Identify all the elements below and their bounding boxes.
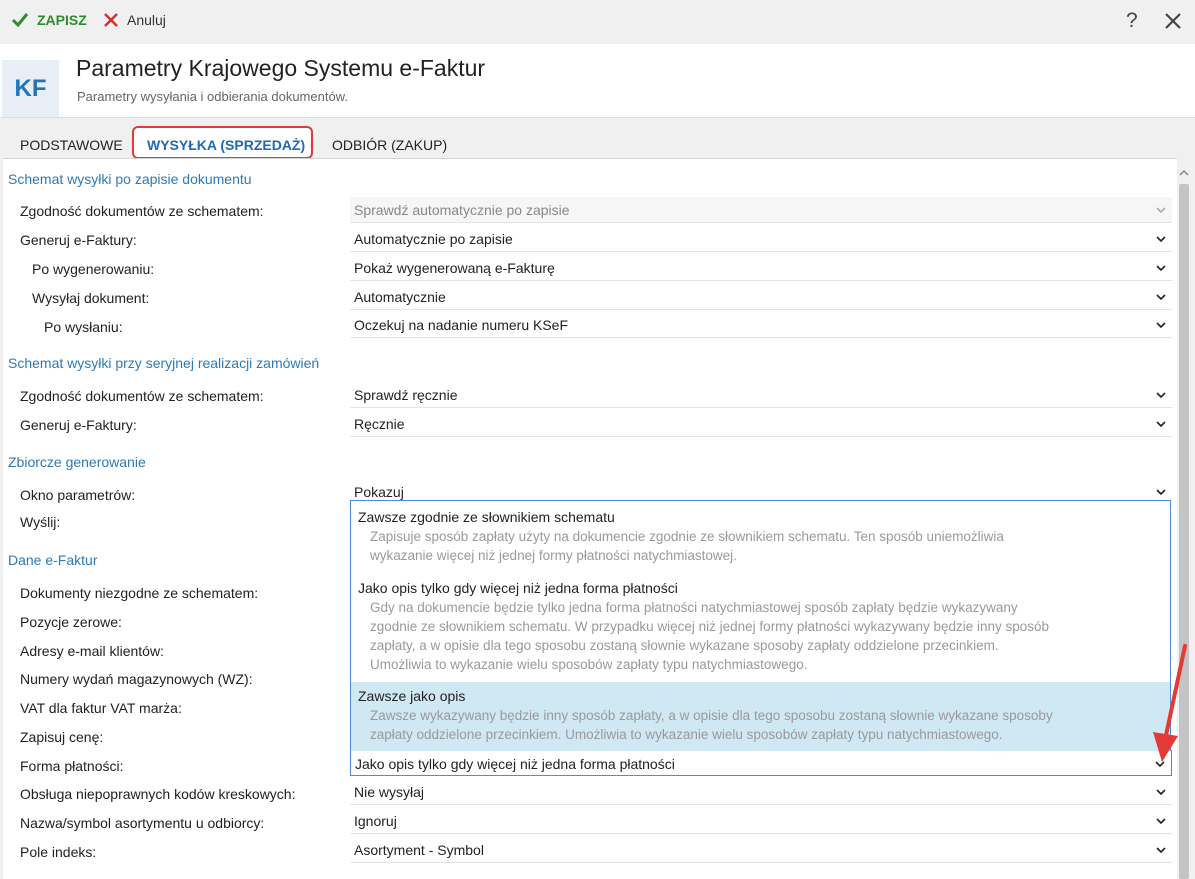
send-document-select[interactable]: Automatycznie (350, 284, 1172, 310)
field-label: VAT dla faktur VAT marża: (20, 700, 182, 716)
page-subtitle: Parametry wysyłania i odbierania dokumen… (77, 89, 348, 104)
field-label: Pozycje zerowe: (20, 614, 122, 630)
after-sending-select[interactable]: Oczekuj na nadanie numeru KSeF (350, 312, 1172, 338)
chevron-down-icon (1156, 294, 1166, 301)
option-title: Zawsze jako opis (358, 688, 466, 704)
field-label: Numery wydań magazynowych (WZ): (20, 671, 253, 687)
tab-basic[interactable]: PODSTAWOWE (20, 137, 123, 153)
field-label: Obsługa niepoprawnych kodów kreskowych: (20, 786, 296, 802)
field-label: Zapisuj cenę: (20, 729, 104, 745)
field-label: Nazwa/symbol asortymentu u odbiorcy: (20, 815, 265, 831)
save-label: ZAPISZ (37, 12, 87, 28)
close-button[interactable] (1163, 11, 1183, 34)
select-value: Ręcznie (354, 416, 405, 432)
select-value: Nie wysyłaj (354, 784, 425, 800)
select-value: Automatycznie (354, 289, 446, 305)
save-button[interactable]: ZAPISZ (11, 12, 87, 28)
chevron-down-icon (1156, 818, 1166, 825)
field-label: Zgodność dokumentów ze schematem: (20, 203, 264, 219)
section-title: Zbiorcze generowanie (8, 454, 146, 470)
page-title: Parametry Krajowego Systemu e-Faktur (76, 55, 486, 81)
generate-invoices-select[interactable]: Automatycznie po zapisie (350, 226, 1172, 252)
field-label: Generuj e-Faktury: (20, 417, 137, 433)
chevron-down-icon (1156, 847, 1166, 854)
select-value: Pokaż wygenerowaną e-Fakturę (354, 260, 555, 276)
after-generation-select[interactable]: Pokaż wygenerowaną e-Fakturę (350, 255, 1172, 281)
chevron-down-icon (1156, 207, 1166, 214)
section-title: Schemat wysyłki przy seryjnej realizacji… (8, 355, 320, 371)
tab-receiving[interactable]: ODBIÓR (ZAKUP) (332, 137, 447, 153)
chevron-down-icon (1156, 789, 1166, 796)
field-label: Okno parametrów: (20, 487, 136, 503)
select-value: Oczekuj na nadanie numeru KSeF (354, 317, 569, 333)
field-label: Dokumenty niezgodne ze schematem: (20, 585, 259, 601)
select-value: Automatycznie po zapisie (354, 231, 513, 247)
option-description: Umożliwia to wykazanie wielu sposobów za… (370, 657, 808, 672)
chevron-down-icon (1156, 236, 1166, 243)
chevron-down-icon (1156, 489, 1166, 496)
dropdown-option[interactable]: Zawsze zgodnie ze słownikiem schematu Za… (351, 509, 1170, 565)
option-description: Zawsze wykazywany będzie inny sposób zap… (370, 708, 1053, 723)
page-header: KF Parametry Krajowego Systemu e-Faktur … (0, 44, 1195, 118)
index-field-select[interactable]: Asortyment - Symbol (350, 837, 1172, 863)
select-value: Jako opis tylko gdy więcej niż jedna for… (355, 756, 675, 772)
field-label: Po wysłaniu: (44, 319, 123, 335)
select-value: Pokazuj (354, 484, 404, 500)
dropdown-option[interactable]: Jako opis tylko gdy więcej niż jedna for… (351, 580, 1170, 674)
field-label: Forma płatności: (20, 758, 124, 774)
checkmark-icon (11, 13, 29, 28)
help-button[interactable]: ? (1126, 9, 1138, 33)
field-label: Pole indeks: (20, 844, 97, 860)
tab-sending[interactable]: WYSYŁKA (SPRZEDAŻ) (147, 137, 305, 153)
vertical-scrollbar[interactable] (1177, 166, 1191, 879)
field-label: Wysyłaj dokument: (32, 290, 150, 306)
select-value: Sprawdź ręcznie (354, 387, 458, 403)
option-description: zapłaty, a w opisie dla tego sposobu zos… (370, 638, 999, 653)
product-name-select[interactable]: Ignoruj (350, 808, 1172, 834)
section-title: Schemat wysyłki po zapisie dokumentu (8, 171, 252, 187)
chevron-down-icon (1156, 421, 1166, 428)
payment-form-dropdown: Zawsze zgodnie ze słownikiem schematu Za… (350, 500, 1171, 751)
close-icon (1165, 13, 1181, 29)
batch-generate-select[interactable]: Ręcznie (350, 411, 1172, 437)
scroll-up-icon[interactable] (1179, 168, 1189, 178)
chevron-down-icon (1156, 322, 1166, 329)
chevron-down-icon (1156, 392, 1166, 399)
section-title: Dane e-Faktur (8, 552, 98, 568)
select-value: Asortyment - Symbol (354, 842, 484, 858)
option-description: zapłaty oddzielone przecinkiem. Umożliwi… (370, 727, 1003, 742)
cancel-label: Anuluj (127, 12, 166, 28)
payment-form-select[interactable]: Jako opis tylko gdy więcej niż jedna for… (350, 750, 1172, 776)
option-description: wykazanie więcej niż jednej formy płatno… (370, 548, 737, 563)
option-description: Gdy na dokumencie będzie tylko jedna for… (370, 600, 1018, 615)
field-label: Adresy e-mail klientów: (20, 643, 164, 659)
option-description: Zapisuje sposób zapłaty użyty na dokumen… (370, 529, 1004, 544)
batch-schema-validation-select[interactable]: Sprawdź ręcznie (350, 382, 1172, 408)
annotation-arrow-icon (1153, 644, 1187, 762)
chevron-down-icon (1156, 265, 1166, 272)
field-label: Zgodność dokumentów ze schematem: (20, 388, 264, 404)
option-title: Jako opis tylko gdy więcej niż jedna for… (358, 580, 678, 596)
schema-validation-select: Sprawdź automatycznie po zapisie (350, 197, 1172, 223)
scroll-thumb[interactable] (1179, 184, 1189, 879)
select-value: Sprawdź automatycznie po zapisie (354, 202, 570, 218)
module-logo: KF (2, 60, 59, 117)
field-label: Wyślij: (20, 514, 61, 530)
field-label: Generuj e-Faktury: (20, 232, 137, 248)
field-label: Po wygenerowaniu: (32, 261, 155, 277)
select-value: Ignoruj (354, 813, 397, 829)
toolbar: ZAPISZ Anuluj ? (0, 0, 1195, 44)
option-description: zgodnie ze słownikiem schematu. W przypa… (370, 619, 1050, 634)
dropdown-option-selected[interactable]: Zawsze jako opis Zawsze wykazywany będzi… (351, 682, 1170, 751)
tab-bar: PODSTAWOWE WYSYŁKA (SPRZEDAŻ) ODBIÓR (ZA… (0, 126, 1195, 159)
cross-icon (104, 13, 118, 27)
cancel-button[interactable]: Anuluj (103, 12, 166, 28)
option-title: Zawsze zgodnie ze słownikiem schematu (358, 509, 615, 525)
barcode-handling-select[interactable]: Nie wysyłaj (350, 779, 1172, 805)
